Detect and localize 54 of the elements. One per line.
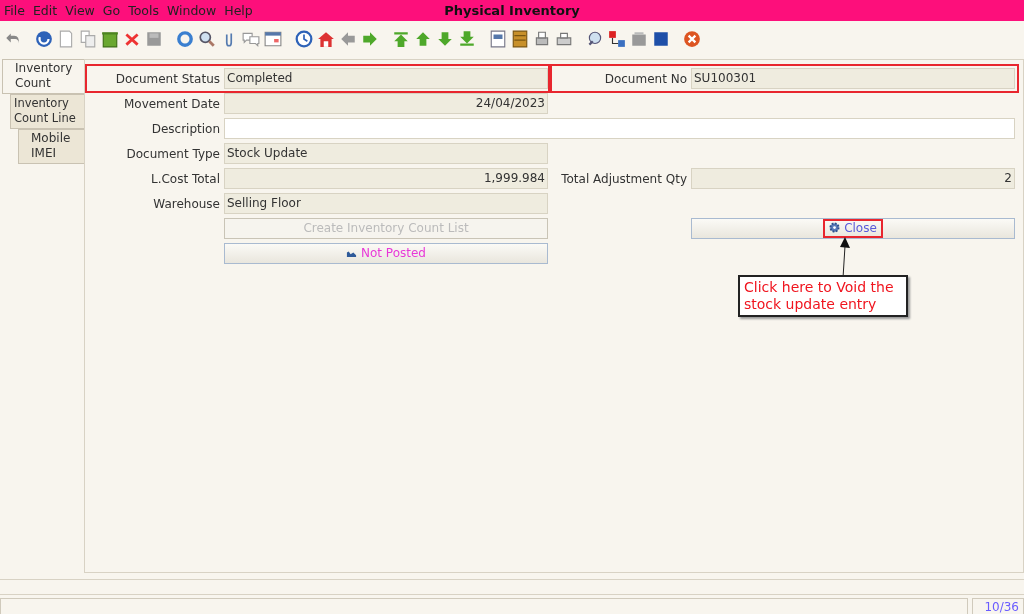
- workflow-icon[interactable]: [608, 30, 626, 48]
- print-preview-icon[interactable]: [533, 30, 551, 48]
- clock-icon[interactable]: [295, 30, 313, 48]
- menu-item[interactable]: Help: [220, 0, 257, 21]
- report-icon[interactable]: [489, 30, 507, 48]
- field-label: Document Status: [114, 70, 220, 88]
- field-label: Movement Date: [122, 95, 220, 113]
- square-icon[interactable]: [652, 30, 670, 48]
- menu-item[interactable]: File: [0, 0, 29, 21]
- up-arrow-icon[interactable]: [414, 30, 432, 48]
- menu-item[interactable]: Tools: [124, 0, 163, 21]
- close-icon[interactable]: [683, 30, 701, 48]
- menu-item[interactable]: Go: [98, 0, 125, 21]
- action-button[interactable]: Close: [691, 218, 1015, 239]
- window-title: Physical Inventory: [444, 2, 580, 20]
- input-field[interactable]: SU100301: [691, 68, 1015, 89]
- input-field[interactable]: 2: [691, 168, 1015, 189]
- tab[interactable]: Inventory Count: [2, 59, 84, 94]
- field-label: L.Cost Total: [149, 170, 220, 188]
- zoom-icon[interactable]: [586, 30, 604, 48]
- menu-item[interactable]: Edit: [28, 0, 62, 21]
- search-icon[interactable]: [198, 30, 216, 48]
- field-label: Description: [150, 120, 220, 138]
- gear-icon: [829, 222, 841, 233]
- first-record-icon[interactable]: [392, 30, 410, 48]
- forward-arrow-icon[interactable]: [361, 30, 379, 48]
- record-counter: 10/36: [972, 598, 1024, 614]
- menu-item[interactable]: View: [61, 0, 99, 21]
- last-record-icon[interactable]: [458, 30, 476, 48]
- field-label: Warehouse: [152, 195, 220, 213]
- input-field[interactable]: Completed: [224, 68, 548, 89]
- chat-icon[interactable]: [242, 30, 260, 48]
- down-arrow-icon[interactable]: [436, 30, 454, 48]
- callout-note: Click here to Void the stock update entry: [738, 275, 908, 317]
- input-field[interactable]: 24/04/2023: [224, 93, 548, 114]
- printer-icon[interactable]: [555, 30, 573, 48]
- archive-icon[interactable]: [511, 30, 529, 48]
- bin-icon[interactable]: [101, 30, 119, 48]
- tab[interactable]: Inventory Count Line: [10, 94, 84, 129]
- input-field[interactable]: Stock Update: [224, 143, 548, 164]
- field-label: Total Adjustment Qty: [560, 170, 687, 188]
- window-icon[interactable]: [264, 30, 282, 48]
- field-label: Document No: [603, 70, 687, 88]
- input-field[interactable]: Selling Floor: [224, 193, 548, 214]
- field-label: Document Type: [125, 145, 220, 163]
- menu-item[interactable]: Window: [162, 0, 221, 21]
- home-icon[interactable]: [317, 30, 335, 48]
- arrow: [837, 236, 851, 278]
- tab[interactable]: Mobile IMEI: [18, 129, 84, 164]
- save-icon[interactable]: [145, 30, 163, 48]
- back-arrow-icon[interactable]: [339, 30, 357, 48]
- input-field[interactable]: [224, 118, 1015, 139]
- copy-icon[interactable]: [79, 30, 97, 48]
- input-field[interactable]: 1,999.984: [224, 168, 548, 189]
